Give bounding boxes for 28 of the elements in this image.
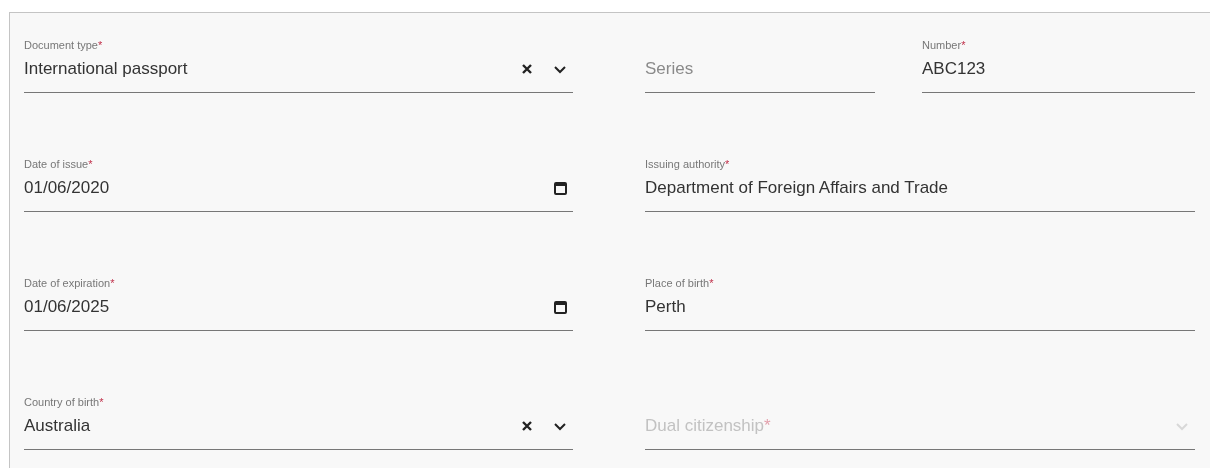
- chevron-down-icon[interactable]: [553, 421, 567, 431]
- field-label: Place of birth*: [645, 277, 714, 289]
- date-field[interactable]: Date of issue* 01/06/2020: [24, 157, 573, 212]
- field-label: Country of birth*: [24, 396, 104, 408]
- field-label: Number*: [922, 39, 966, 51]
- clear-icon[interactable]: [521, 63, 533, 75]
- field-label: Date of issue*: [24, 158, 93, 170]
- select-field[interactable]: Country of birth* Australia: [24, 395, 573, 450]
- calendar-icon[interactable]: [554, 181, 567, 195]
- field-value: Perth: [645, 297, 686, 317]
- field-label: Document type*: [24, 39, 103, 51]
- clear-icon[interactable]: [521, 420, 533, 432]
- select-field[interactable]: Document type* International passport: [24, 38, 573, 93]
- field-value: Department of Foreign Affairs and Trade: [645, 178, 949, 198]
- field-value: Australia: [24, 416, 91, 436]
- placeholder: Series: [645, 59, 694, 79]
- chevron-down-icon[interactable]: [553, 64, 567, 74]
- field-value: International passport: [24, 59, 188, 79]
- field-label: Date of expiration*: [24, 277, 115, 289]
- field-value: 01/06/2020: [24, 178, 110, 198]
- field-value: 01/06/2025: [24, 297, 110, 317]
- input-field[interactable]: Issuing authority* Department of Foreign Affairs and Trade: [645, 157, 1195, 212]
- field-label: Issuing authority*: [645, 158, 730, 170]
- calendar-icon[interactable]: [554, 300, 567, 314]
- date-field[interactable]: Date of expiration* 01/06/2025: [24, 276, 573, 331]
- input-field[interactable]: Number* ABC123: [922, 38, 1195, 93]
- field-value: ABC123: [922, 59, 986, 79]
- input-field[interactable]: Place of birth* Perth: [645, 276, 1195, 331]
